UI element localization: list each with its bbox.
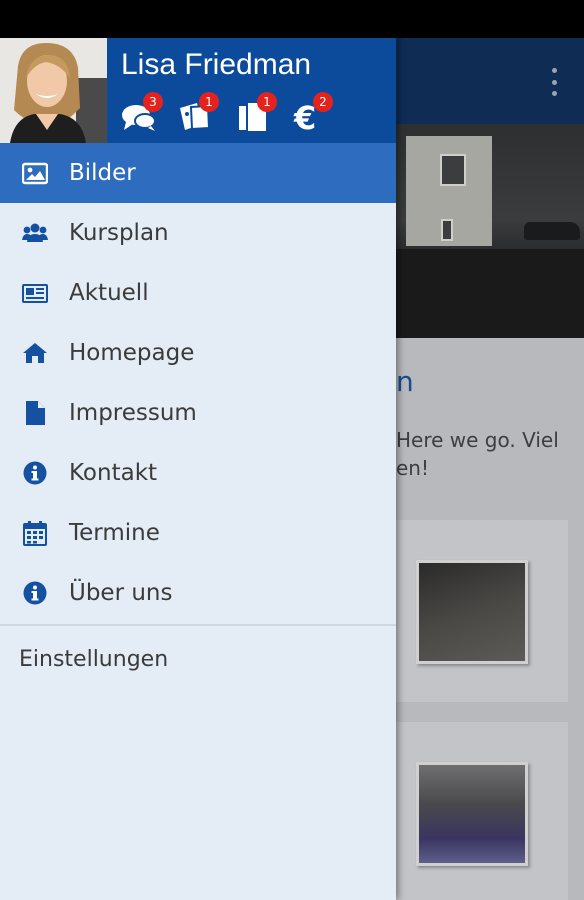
payments-button[interactable]: € 2: [291, 92, 333, 138]
menu-item-bilder[interactable]: Bilder: [0, 143, 396, 203]
gallery-photo: [416, 762, 528, 866]
tickets-badge: 1: [199, 92, 219, 112]
navigation-drawer: Lisa Friedman 3 1 1 € 2 Bilder Kursplan …: [0, 38, 396, 900]
tickets-button[interactable]: 1: [177, 92, 219, 138]
background-heading: n: [396, 365, 414, 398]
image-icon: [20, 158, 50, 188]
newspaper-icon: [20, 278, 50, 308]
home-icon: [20, 338, 50, 368]
avatar[interactable]: [0, 38, 107, 143]
overflow-menu-icon[interactable]: [550, 68, 558, 96]
payments-badge: 2: [313, 92, 333, 112]
document-icon: [20, 398, 50, 428]
menu-item-label: Homepage: [69, 340, 195, 366]
documents-button[interactable]: 1: [235, 92, 277, 138]
menu-item-homepage[interactable]: Homepage: [0, 323, 396, 383]
gallery-card[interactable]: [396, 722, 568, 900]
calendar-icon: [20, 518, 50, 548]
menu-item-label: Impressum: [69, 400, 197, 426]
menu-item-label: Termine: [69, 520, 160, 546]
background-text: Here we go. Viel en!: [396, 428, 559, 480]
status-bar: [0, 0, 584, 38]
menu-item-label: Bilder: [69, 160, 136, 186]
info-icon: [20, 458, 50, 488]
settings-item[interactable]: Einstellungen: [0, 626, 396, 692]
gallery-card[interactable]: [396, 520, 568, 702]
header-icon-row: 3 1 1 € 2: [121, 92, 361, 138]
menu-item-aktuell[interactable]: Aktuell: [0, 263, 396, 323]
menu-item-kursplan[interactable]: Kursplan: [0, 203, 396, 263]
settings-label: Einstellungen: [19, 646, 169, 672]
user-name: Lisa Friedman: [121, 48, 312, 81]
menu-item-termine[interactable]: Termine: [0, 503, 396, 563]
menu-item-impressum[interactable]: Impressum: [0, 383, 396, 443]
gallery-photo: [416, 560, 528, 664]
info-icon: [20, 578, 50, 608]
group-icon: [20, 218, 50, 248]
menu-item-label: Über uns: [69, 580, 173, 606]
hero-image: [396, 124, 584, 338]
avatar-photo: [0, 38, 107, 143]
messages-badge: 3: [143, 92, 163, 112]
documents-badge: 1: [257, 92, 277, 112]
menu-item-label: Aktuell: [69, 280, 149, 306]
menu-item-label: Kontakt: [69, 460, 158, 486]
drawer-menu: Bilder Kursplan Aktuell Homepage Impress…: [0, 143, 396, 623]
menu-item-ueber-uns[interactable]: Über uns: [0, 563, 396, 623]
messages-button[interactable]: 3: [121, 92, 163, 138]
menu-item-label: Kursplan: [69, 220, 169, 246]
drawer-header: Lisa Friedman 3 1 1 € 2: [0, 38, 396, 143]
menu-item-kontakt[interactable]: Kontakt: [0, 443, 396, 503]
